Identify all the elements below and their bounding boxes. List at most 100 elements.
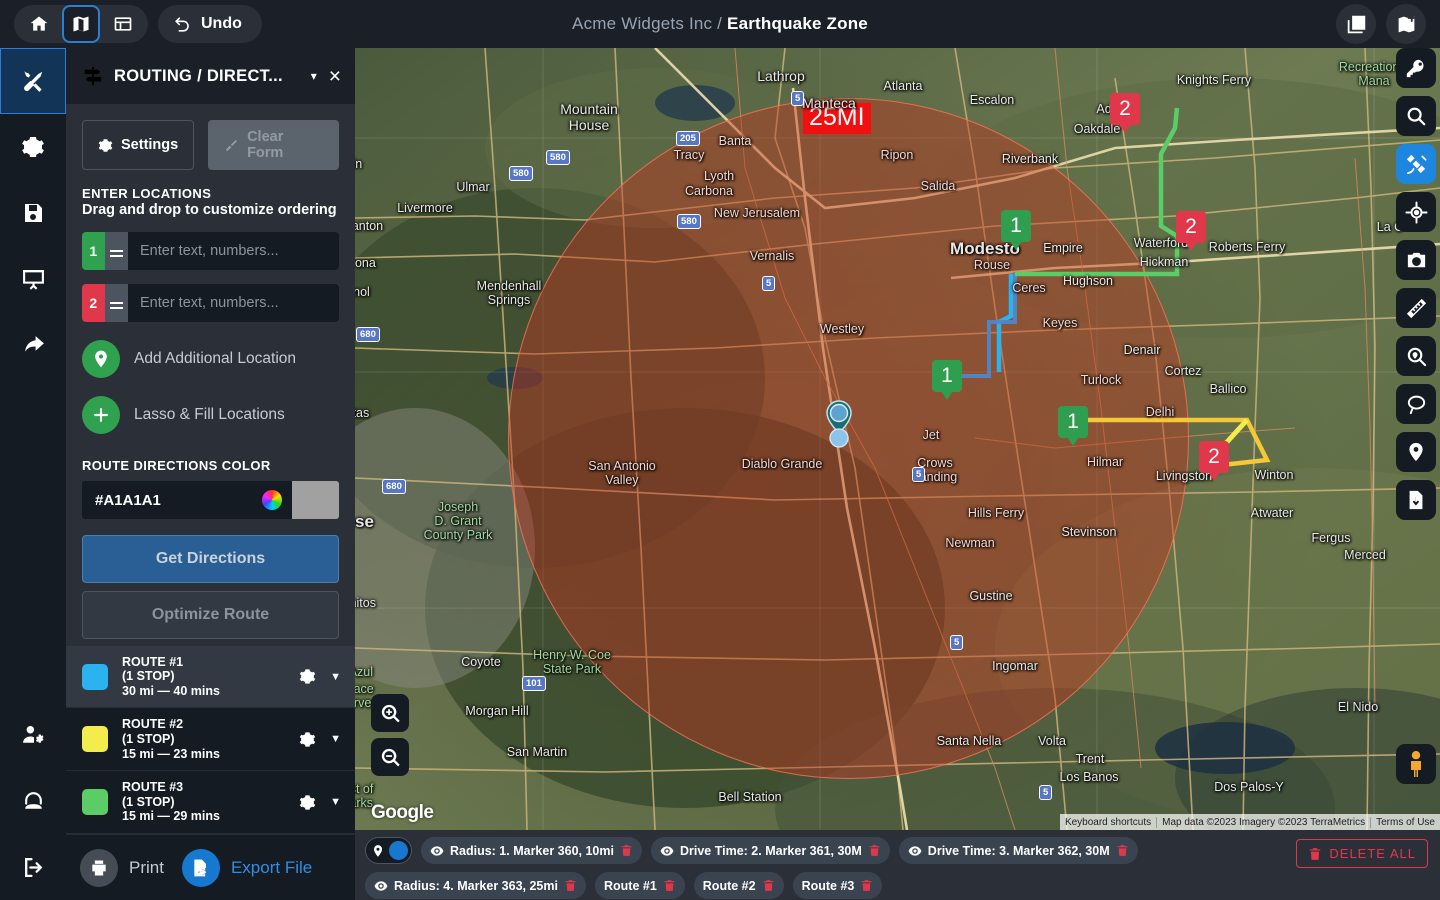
zoom-out-button[interactable] — [371, 738, 409, 776]
location-drag-handle-2[interactable] — [105, 284, 128, 322]
layer-chip-label: Route #1 — [604, 879, 657, 893]
keyboard-shortcuts-link[interactable]: Keyboard shortcuts — [1060, 817, 1156, 828]
camera-icon — [1405, 249, 1428, 272]
terms-of-use-link[interactable]: Terms of Use — [1370, 817, 1440, 828]
map-numbered-marker[interactable]: 1 — [1058, 406, 1088, 446]
trash-icon — [860, 879, 873, 892]
color-wheel-icon[interactable] — [262, 490, 282, 510]
route-expand-caret[interactable]: ▼ — [330, 733, 341, 745]
sidebar-item-user-settings[interactable] — [0, 702, 66, 768]
sidebar-item-support[interactable] — [0, 768, 66, 834]
zoom-in-button[interactable] — [371, 694, 409, 732]
panel-dropdown-caret[interactable]: ▾ — [311, 69, 317, 83]
layer-chip-delete-button[interactable] — [762, 879, 775, 892]
layer-chip-delete-button[interactable] — [620, 844, 633, 857]
map-tool-satellite[interactable] — [1396, 144, 1436, 184]
route-list-item-2[interactable]: ROUTE #2 (1 STOP) 15 mi — 23 mins ▼ — [66, 708, 355, 771]
route-expand-caret[interactable]: ▼ — [330, 796, 341, 808]
sidebar-item-share[interactable] — [0, 312, 66, 378]
map-tool-lasso[interactable] — [1396, 384, 1436, 424]
sidebar-item-settings[interactable] — [0, 114, 66, 180]
layer-chip-delete-button[interactable] — [564, 879, 577, 892]
export-file-button[interactable]: Export File — [182, 849, 312, 887]
marker-label: 2 — [1199, 441, 1229, 473]
map-numbered-marker[interactable]: 1 — [1001, 210, 1031, 250]
layer-chip[interactable]: Route #2 — [694, 872, 784, 899]
layer-chip[interactable]: Radius: 1. Marker 360, 10mi — [421, 837, 642, 864]
settings-button[interactable]: Settings — [82, 120, 194, 170]
route-list-item-1[interactable]: ROUTE #1 (1 STOP) 30 mi — 40 mins ▼ — [66, 646, 355, 709]
marker-label: 1 — [932, 360, 962, 392]
route-settings-button[interactable] — [299, 731, 316, 748]
map-pin-icon — [824, 400, 854, 452]
route-expand-caret[interactable]: ▼ — [330, 671, 341, 683]
add-additional-location-button[interactable]: Add Additional Location — [82, 340, 339, 378]
map-tool-zoom-area[interactable] — [1396, 336, 1436, 376]
map-tool-measure[interactable] — [1396, 288, 1436, 328]
map-viewport[interactable]: 25MI hawkMountain HouseLathropMantecaAtl… — [355, 48, 1440, 830]
map-tool-search[interactable] — [1396, 96, 1436, 136]
map-view-button[interactable] — [62, 5, 100, 43]
route-stops: (1 STOP) — [122, 669, 299, 684]
optimize-route-button[interactable]: Optimize Route — [82, 591, 339, 639]
delete-all-label: DELETE ALL — [1329, 846, 1416, 861]
location-input-1[interactable] — [128, 232, 339, 270]
get-directions-button[interactable]: Get Directions — [82, 535, 339, 583]
route-color-chip — [82, 789, 108, 815]
sidebar-item-save[interactable] — [0, 180, 66, 246]
layer-chip-delete-button[interactable] — [663, 879, 676, 892]
route-settings-button[interactable] — [299, 668, 316, 685]
layer-chip-delete-button[interactable] — [868, 844, 881, 857]
map-tool-locate[interactable] — [1396, 192, 1436, 232]
route-settings-button[interactable] — [299, 794, 316, 811]
color-swatch[interactable] — [292, 481, 339, 519]
gear-icon — [98, 138, 113, 153]
location-input-2[interactable] — [128, 284, 339, 322]
color-hex-field[interactable]: #A1A1A1 — [82, 481, 292, 519]
map-numbered-marker[interactable]: 1 — [932, 360, 962, 400]
directions-sign-icon — [82, 65, 104, 87]
map-tool-import[interactable] — [1396, 480, 1436, 520]
street-view-pegman[interactable] — [1396, 744, 1436, 784]
map-numbered-marker[interactable]: 2 — [1199, 441, 1229, 481]
location-drag-handle-1[interactable] — [105, 232, 128, 270]
marker-label: 1 — [1001, 210, 1031, 242]
lasso-fill-locations-button[interactable]: Lasso & Fill Locations — [82, 396, 339, 434]
eye-icon — [430, 844, 444, 858]
layer-chip[interactable]: Route #3 — [793, 872, 883, 899]
layer-chip-delete-button[interactable] — [1116, 844, 1129, 857]
layer-chip[interactable]: Route #1 — [595, 872, 685, 899]
sidebar-item-logout[interactable] — [0, 834, 66, 900]
map-data-credit: Map data ©2023 Imagery ©2023 TerraMetric… — [1156, 817, 1370, 828]
layer-chip[interactable]: Radius: 4. Marker 363, 25mi — [365, 872, 586, 899]
layer-chip[interactable]: Drive Time: 3. Marker 362, 30M — [899, 837, 1138, 864]
route-summary: ROUTE #2 (1 STOP) 15 mi — 23 mins — [122, 717, 299, 761]
panel-close-button[interactable]: × — [327, 66, 343, 87]
map-numbered-marker[interactable]: 2 — [1110, 93, 1140, 133]
key-icon — [1405, 57, 1427, 79]
undo-button[interactable]: Undo — [158, 5, 262, 43]
route-list-item-3[interactable]: ROUTE #3 (1 STOP) 15 mi — 29 mins ▼ — [66, 771, 355, 834]
selected-location-pin[interactable] — [824, 400, 854, 457]
sidebar-item-tools[interactable] — [0, 48, 66, 114]
export-badge — [182, 849, 220, 887]
route-stops: (1 STOP) — [122, 732, 299, 747]
location-pin-badge — [82, 340, 120, 378]
map-tool-camera[interactable] — [1396, 240, 1436, 280]
sidebar-item-presentation[interactable] — [0, 246, 66, 312]
marker-tip — [1208, 472, 1220, 481]
markers-visibility-toggle[interactable] — [365, 837, 412, 864]
gallery-button[interactable] — [1336, 4, 1376, 44]
delete-all-button[interactable]: DELETE ALL — [1296, 839, 1428, 868]
layer-chip[interactable]: Drive Time: 2. Marker 361, 30M — [651, 837, 890, 864]
map-canvas[interactable]: 25MI hawkMountain HouseLathropMantecaAtl… — [355, 48, 1440, 830]
layer-chip-delete-button[interactable] — [860, 879, 873, 892]
print-button[interactable]: Print — [80, 849, 164, 887]
map-tool-marker[interactable] — [1396, 432, 1436, 472]
clear-form-button[interactable]: Clear Form — [208, 120, 339, 170]
map-numbered-marker[interactable]: 2 — [1176, 211, 1206, 251]
new-map-button[interactable] — [1386, 4, 1426, 44]
map-tool-key[interactable] — [1396, 48, 1436, 88]
table-view-button[interactable] — [104, 5, 142, 43]
home-button[interactable] — [20, 5, 58, 43]
